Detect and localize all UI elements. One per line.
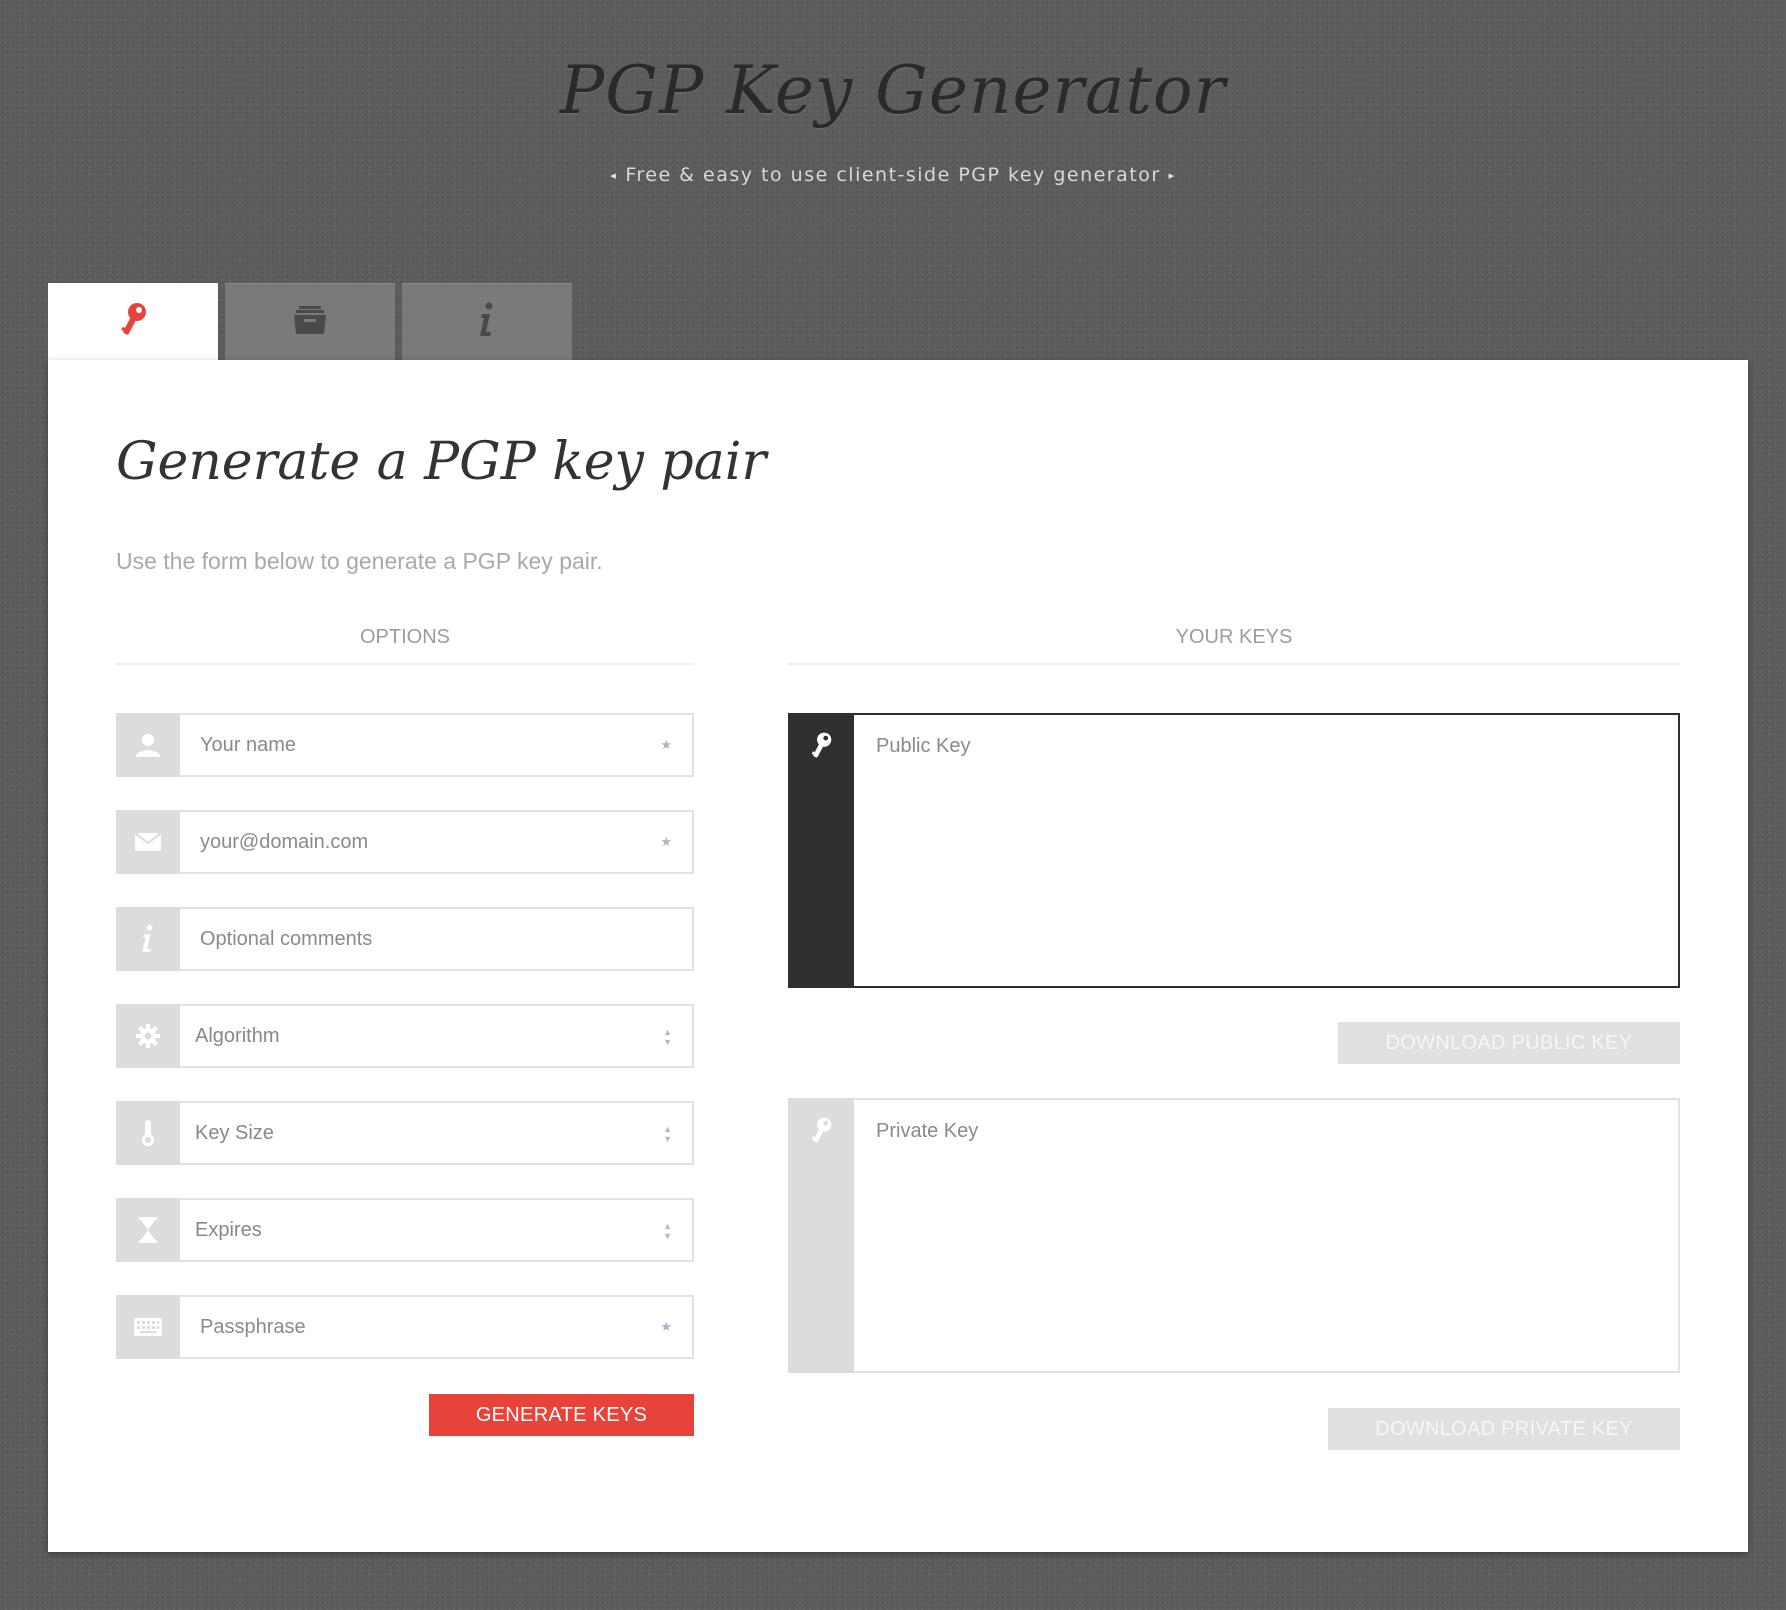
tab-info[interactable] [402, 283, 572, 361]
select-arrows-icon: ▲ ▼ [663, 1221, 672, 1241]
download-public-key-button[interactable]: DOWNLOAD PUBLIC KEY [1338, 1022, 1680, 1064]
subtitle-text: Free & easy to use client-side PGP key g… [625, 164, 1161, 186]
generate-keys-button[interactable]: GENERATE KEYS [429, 1394, 694, 1436]
arrow-right-icon: ▸ [1168, 169, 1176, 182]
user-icon [116, 713, 180, 777]
info-icon [116, 907, 180, 971]
arrow-left-icon: ◂ [610, 169, 618, 182]
passphrase-input[interactable] [180, 1297, 692, 1357]
expires-value: Expires [195, 1218, 262, 1241]
key-icon [118, 301, 148, 344]
private-key-textarea[interactable] [854, 1098, 1680, 1373]
site-subtitle: ◂ Free & easy to use client-side PGP key … [0, 164, 1786, 186]
page-description: Use the form below to generate a PGP key… [116, 548, 603, 574]
tab-keyring[interactable] [225, 283, 395, 361]
algorithm-select[interactable]: Algorithm ▲ ▼ [116, 1004, 694, 1068]
download-private-key-button[interactable]: DOWNLOAD PRIVATE KEY [1328, 1408, 1680, 1450]
page-title: Generate a PGP key pair [116, 432, 767, 492]
name-field: ★ [116, 713, 694, 777]
public-key-textarea[interactable] [854, 713, 1680, 988]
private-key-box [788, 1098, 1680, 1373]
key-size-select[interactable]: Key Size ▲ ▼ [116, 1101, 694, 1165]
main-panel: Generate a PGP key pair Use the form bel… [48, 360, 1748, 1552]
comments-field [116, 907, 694, 971]
key-size-value: Key Size [195, 1121, 274, 1144]
required-star-icon: ★ [660, 834, 672, 849]
site-title: PGP Key Generator [559, 52, 1227, 129]
public-key-box [788, 713, 1680, 988]
required-star-icon: ★ [660, 737, 672, 752]
your-keys-heading: YOUR KEYS [788, 626, 1680, 665]
tab-bar [48, 283, 579, 361]
expires-select[interactable]: Expires ▲ ▼ [116, 1198, 694, 1262]
envelope-icon [116, 810, 180, 874]
gear-icon [116, 1004, 180, 1068]
email-input[interactable] [180, 812, 692, 872]
hourglass-icon [116, 1198, 180, 1262]
key-icon [788, 713, 854, 988]
archive-icon [292, 305, 328, 340]
email-field: ★ [116, 810, 694, 874]
passphrase-field: ★ [116, 1295, 694, 1359]
options-heading: OPTIONS [116, 626, 694, 665]
keyboard-icon [116, 1295, 180, 1359]
algorithm-value: Algorithm [195, 1024, 280, 1047]
select-arrows-icon: ▲ ▼ [663, 1027, 672, 1047]
select-arrows-icon: ▲ ▼ [663, 1124, 672, 1144]
comments-input[interactable] [180, 909, 692, 969]
info-icon [477, 302, 497, 343]
tab-generate[interactable] [48, 283, 218, 361]
name-input[interactable] [180, 715, 692, 775]
required-star-icon: ★ [660, 1319, 672, 1334]
thermometer-icon [116, 1101, 180, 1165]
key-icon [788, 1098, 854, 1373]
